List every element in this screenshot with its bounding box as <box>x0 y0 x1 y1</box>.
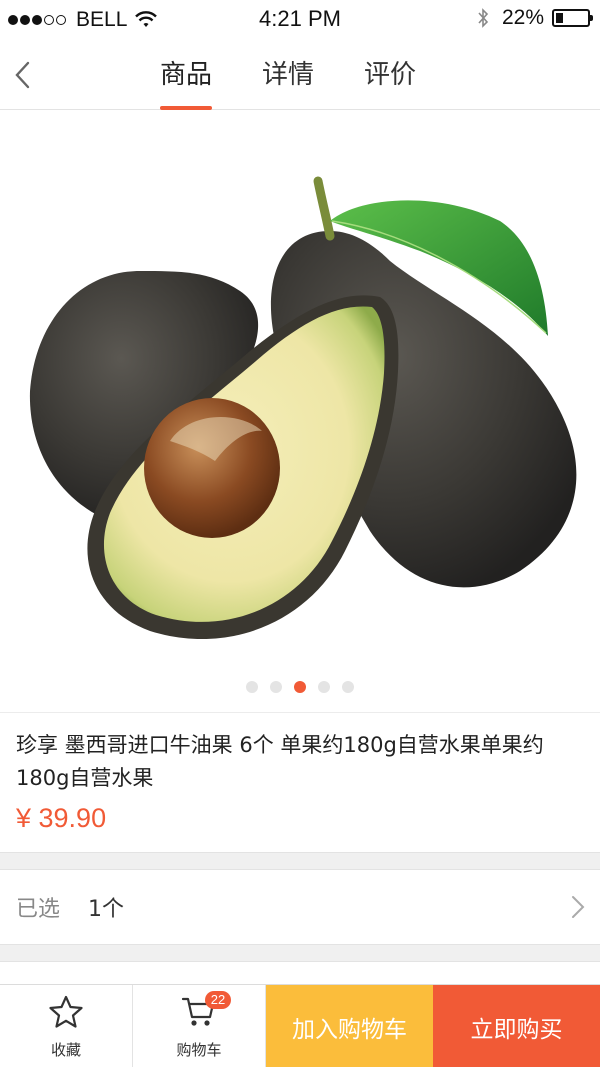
tab-product[interactable]: 商品 <box>160 40 213 110</box>
section-divider <box>0 852 600 870</box>
product-image-carousel[interactable] <box>0 111 600 711</box>
product-title: 珍享 墨西哥进口牛油果 6个 单果约180g自营水果单果约180g自营水果 <box>16 733 544 790</box>
chevron-right-icon <box>572 896 585 918</box>
status-right: 22% <box>476 6 593 30</box>
buy-now-button[interactable]: 立即购买 <box>433 985 600 1067</box>
star-icon <box>49 995 83 1028</box>
favorite-label: 收藏 <box>50 1041 81 1059</box>
carousel-pager <box>0 681 600 693</box>
section-divider <box>0 944 600 962</box>
selected-spec-row[interactable]: 已选 1个 <box>0 870 600 944</box>
back-chevron-icon[interactable] <box>12 60 34 90</box>
battery-percent: 22% <box>501 6 544 29</box>
pager-dot[interactable] <box>246 681 258 693</box>
pager-dot[interactable] <box>270 681 282 693</box>
tab-reviews[interactable]: 评价 <box>364 40 416 110</box>
cart-label: 购物车 <box>176 1041 222 1059</box>
pager-dot[interactable] <box>342 681 354 693</box>
top-nav: 商品 详情 评价 <box>0 40 600 110</box>
pager-dot[interactable] <box>318 681 330 693</box>
add-to-cart-button[interactable]: 加入购物车 <box>266 985 433 1067</box>
bluetooth-icon <box>478 8 489 28</box>
tab-bar: 商品 详情 评价 <box>160 40 416 110</box>
selected-label: 已选 <box>16 897 61 922</box>
product-price: ¥ 39.90 <box>16 803 107 833</box>
selected-value: 1个 <box>88 897 125 922</box>
product-image <box>29 176 577 640</box>
battery-fill <box>556 13 563 23</box>
cart-badge: 22 <box>205 991 231 1009</box>
cart-button[interactable]: 22 购物车 <box>133 985 266 1067</box>
favorite-button[interactable]: 收藏 <box>0 985 133 1067</box>
battery-icon <box>552 9 593 27</box>
tab-details[interactable]: 详情 <box>262 40 314 110</box>
bottom-action-bar: 收藏 22 购物车 加入购物车 立即购买 <box>0 984 600 1067</box>
product-info: 珍享 墨西哥进口牛油果 6个 单果约180g自营水果单果约180g自营水果 ¥ … <box>0 712 600 852</box>
status-bar: BELL 4:21 PM 22% <box>0 0 600 40</box>
pager-dot-active[interactable] <box>294 681 306 693</box>
